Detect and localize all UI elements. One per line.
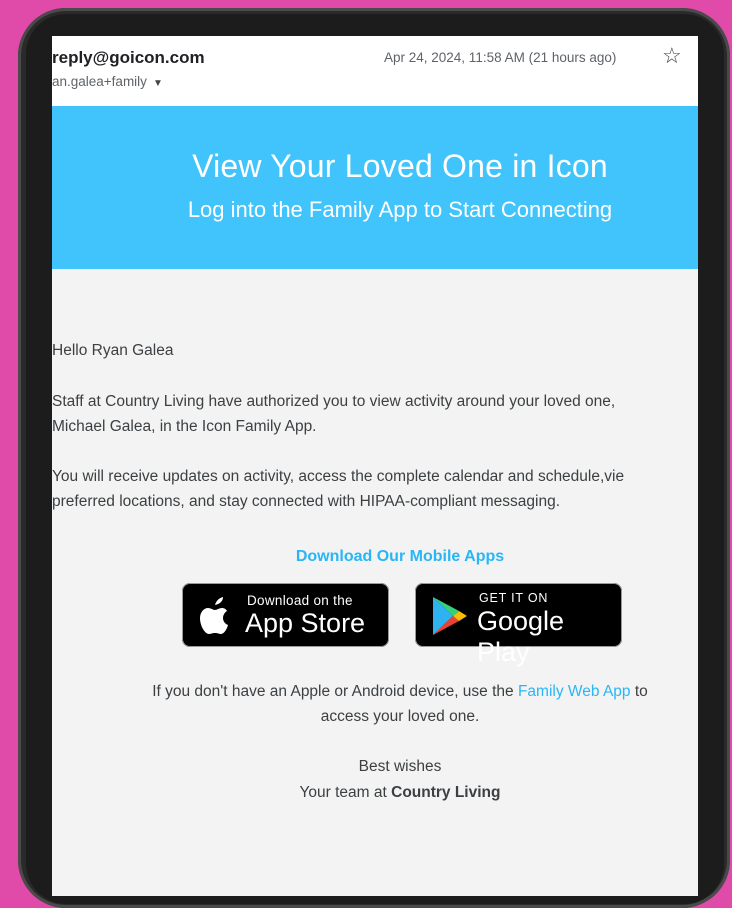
download-apps-title: Download Our Mobile Apps: [295, 548, 505, 565]
google-play-logo-icon: [433, 597, 467, 635]
footer-line-1-pre: If you don't have an Apple or Android de…: [152, 683, 518, 700]
signature-pre: Your team at: [299, 784, 392, 801]
recipient-dropdown[interactable]: an.galea+family ▼: [52, 74, 163, 89]
banner-title: View Your Loved One in Icon: [192, 148, 608, 184]
google-play-big-text: Google Play: [477, 606, 565, 667]
email-date: Apr 24, 2024, 11:58 AM (21 hours ago): [384, 50, 617, 65]
star-icon[interactable]: ☆: [662, 45, 682, 67]
signature: Your team at Country Living: [52, 784, 698, 802]
signature-org: Country Living: [391, 784, 501, 801]
google-play-badge[interactable]: GET IT ON Google Play: [415, 583, 622, 667]
family-web-app-link[interactable]: Family Web App: [518, 683, 631, 700]
banner-subtitle: Log into the Family App to Start Connect…: [187, 197, 613, 222]
hero-banner: View Your Loved One in Icon Log into the…: [52, 106, 698, 269]
paragraph-2-line-2: preferred locations, and stay connected …: [52, 493, 561, 510]
paragraph-1-line-1: Staff at Country Living have authorized …: [52, 393, 616, 410]
email-screen: reply@goicon.com an.galea+family ▼ Apr 24…: [52, 36, 698, 896]
paragraph-2-line-1: You will receive updates on activity, ac…: [52, 468, 625, 485]
apple-logo-icon: [200, 597, 228, 634]
caret-down-icon: ▼: [152, 78, 163, 89]
google-play-small-text: GET IT ON: [479, 591, 549, 605]
app-store-badge[interactable]: Download on the App Store: [182, 583, 389, 647]
signoff: Best wishes: [358, 758, 442, 775]
footer-line-1-post: to: [630, 683, 648, 700]
sender-address: reply@goicon.com: [52, 48, 205, 67]
recipient-label: an.galea+family: [52, 74, 147, 89]
email-header: reply@goicon.com an.galea+family ▼ Apr 24…: [52, 36, 698, 106]
app-store-big-text: App Store: [245, 608, 366, 638]
footer-line-1: If you don't have an Apple or Android de…: [52, 683, 698, 701]
footer-line-2: access your loved one.: [320, 708, 480, 725]
paragraph-1-line-2: Michael Galea, in the Icon Family App.: [52, 418, 317, 435]
greeting: Hello Ryan Galea: [52, 342, 174, 359]
app-store-small-text: Download on the: [247, 593, 353, 608]
